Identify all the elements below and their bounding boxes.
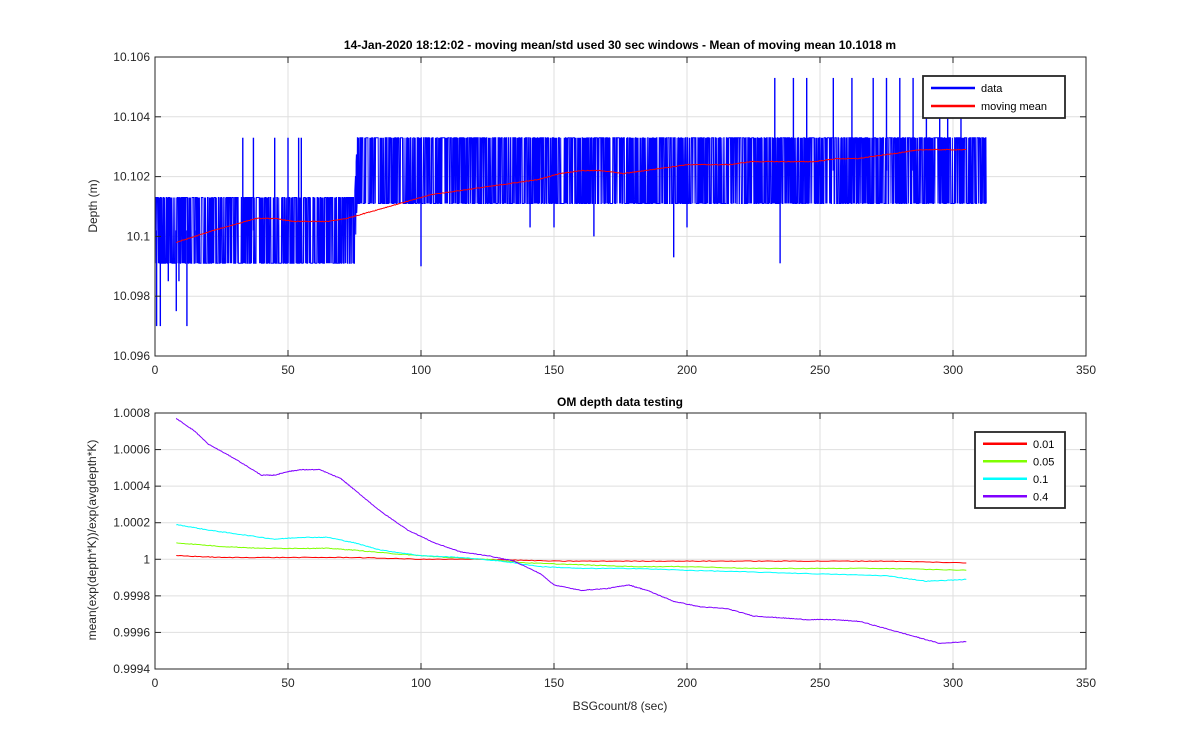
- x-tick-label: 250: [810, 363, 830, 377]
- y-tick-label: 10.106: [113, 50, 150, 64]
- x-tick-label: 150: [544, 363, 564, 377]
- x-tick-label: 200: [677, 676, 697, 690]
- x-tick-label: 150: [544, 676, 564, 690]
- y-tick-label: 10.096: [113, 349, 150, 363]
- figure: 14-Jan-2020 18:12:02 - moving mean/std u…: [0, 0, 1200, 750]
- y-axis-label: mean(exp(depth*K))/exp(avgdepth*K): [85, 440, 99, 641]
- subplot-depth: 14-Jan-2020 18:12:02 - moving mean/std u…: [86, 38, 1096, 377]
- subplot-om-depth: OM depth data testing mean(exp(depth*K))…: [85, 395, 1096, 713]
- y-axis-label: Depth (m): [86, 179, 100, 232]
- chart-title: OM depth data testing: [557, 395, 683, 409]
- x-tick-label: 200: [677, 363, 697, 377]
- x-tick-label: 350: [1076, 676, 1096, 690]
- x-tick-label: 300: [943, 363, 963, 377]
- chart-title: 14-Jan-2020 18:12:02 - moving mean/std u…: [344, 38, 896, 52]
- legend: data moving mean: [922, 75, 1066, 119]
- legend-label: moving mean: [981, 101, 1047, 113]
- x-axis-label: BSGcount/8 (sec): [573, 699, 668, 713]
- y-tick-label: 0.9998: [113, 589, 150, 603]
- legend-label: 0.05: [1033, 456, 1054, 468]
- y-tick-label: 1.0006: [113, 443, 150, 457]
- legend-label: 0.01: [1033, 439, 1054, 451]
- x-tick-label: 350: [1076, 363, 1096, 377]
- plot-area: [155, 413, 1086, 669]
- y-tick-label: 1.0004: [113, 479, 150, 493]
- y-tick-label: 10.098: [113, 289, 150, 303]
- y-tick-label: 0.9996: [113, 625, 150, 639]
- y-tick-label: 1.0008: [113, 406, 150, 420]
- y-tick-label: 1.0002: [113, 516, 150, 530]
- x-tick-label: 50: [281, 676, 295, 690]
- x-tick-label: 50: [281, 363, 295, 377]
- y-tick-label: 10.102: [113, 170, 150, 184]
- x-tick-label: 0: [152, 363, 159, 377]
- x-tick-label: 250: [810, 676, 830, 690]
- x-tick-label: 100: [411, 363, 431, 377]
- x-tick-label: 300: [943, 676, 963, 690]
- legend-label: 0.1: [1033, 474, 1048, 486]
- x-tick-label: 0: [152, 676, 159, 690]
- x-tick-label: 100: [411, 676, 431, 690]
- figure-canvas: 14-Jan-2020 18:12:02 - moving mean/std u…: [85, 38, 1096, 713]
- y-tick-label: 0.9994: [113, 662, 150, 676]
- legend-label: 0.4: [1033, 491, 1048, 503]
- y-tick-label: 10.104: [113, 110, 150, 124]
- legend-label: data: [981, 83, 1003, 95]
- y-tick-label: 1: [143, 552, 150, 566]
- y-tick-label: 10.1: [127, 229, 151, 243]
- legend: 0.01 0.05 0.1 0.4: [974, 431, 1066, 509]
